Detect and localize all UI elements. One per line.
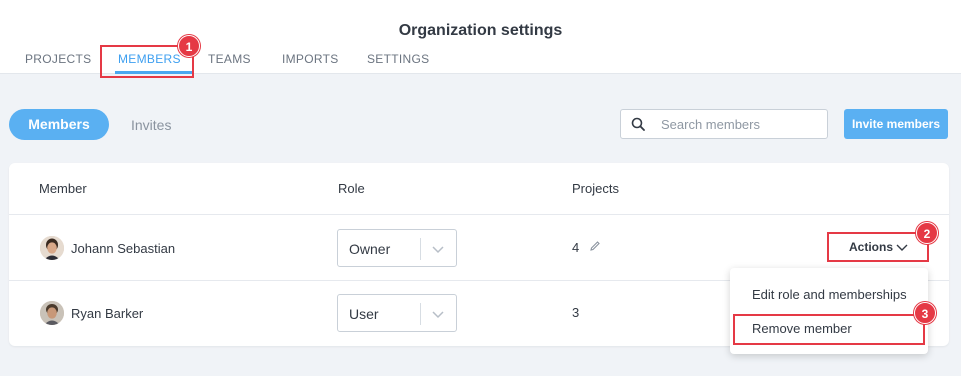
project-count: 3	[572, 305, 580, 320]
search-box[interactable]	[620, 109, 828, 139]
annotation-badge-3: 3	[914, 302, 936, 324]
avatar	[40, 301, 64, 325]
select-separator	[420, 238, 421, 260]
role-select[interactable]: Owner	[337, 229, 457, 267]
actions-menu	[730, 268, 928, 354]
actions-button[interactable]: Actions	[849, 240, 893, 254]
member-name: Johann Sebastian	[71, 241, 176, 256]
invites-toggle-button[interactable]: Invites	[131, 117, 171, 133]
avatar	[40, 236, 64, 260]
annotation-badge-2: 2	[916, 222, 938, 244]
search-icon	[631, 117, 645, 131]
active-tab-underline	[115, 71, 193, 74]
column-header-projects: Projects	[572, 181, 619, 196]
column-header-member: Member	[39, 181, 87, 196]
tab-members[interactable]: MEMBERS	[118, 52, 181, 66]
member-name: Ryan Barker	[71, 306, 144, 321]
invite-members-button[interactable]: Invite members	[844, 109, 948, 139]
select-separator	[420, 303, 421, 325]
page-title: Organization settings	[398, 22, 563, 39]
tab-projects[interactable]: PROJECTS	[25, 52, 91, 66]
menu-item-edit-role[interactable]: Edit role and memberships	[752, 287, 907, 302]
role-select[interactable]: User	[337, 294, 457, 332]
column-header-role: Role	[338, 181, 365, 196]
annotation-badge-1: 1	[178, 35, 200, 57]
avatar-image	[40, 236, 64, 260]
header-divider	[9, 214, 949, 215]
chevron-down-icon	[432, 311, 444, 319]
menu-item-remove-member[interactable]: Remove member	[752, 321, 852, 336]
tab-settings[interactable]: SETTINGS	[367, 52, 429, 66]
role-select-value: Owner	[349, 241, 391, 257]
chevron-down-icon[interactable]	[896, 242, 908, 252]
members-toggle-button[interactable]: Members	[9, 109, 109, 140]
search-input[interactable]	[661, 115, 821, 133]
project-count: 4	[572, 240, 580, 255]
chevron-down-icon	[432, 246, 444, 254]
tab-imports[interactable]: IMPORTS	[282, 52, 339, 66]
role-select-value: User	[349, 306, 379, 322]
tab-teams[interactable]: TEAMS	[208, 52, 251, 66]
avatar-image	[40, 301, 64, 325]
pencil-icon[interactable]	[589, 240, 601, 252]
